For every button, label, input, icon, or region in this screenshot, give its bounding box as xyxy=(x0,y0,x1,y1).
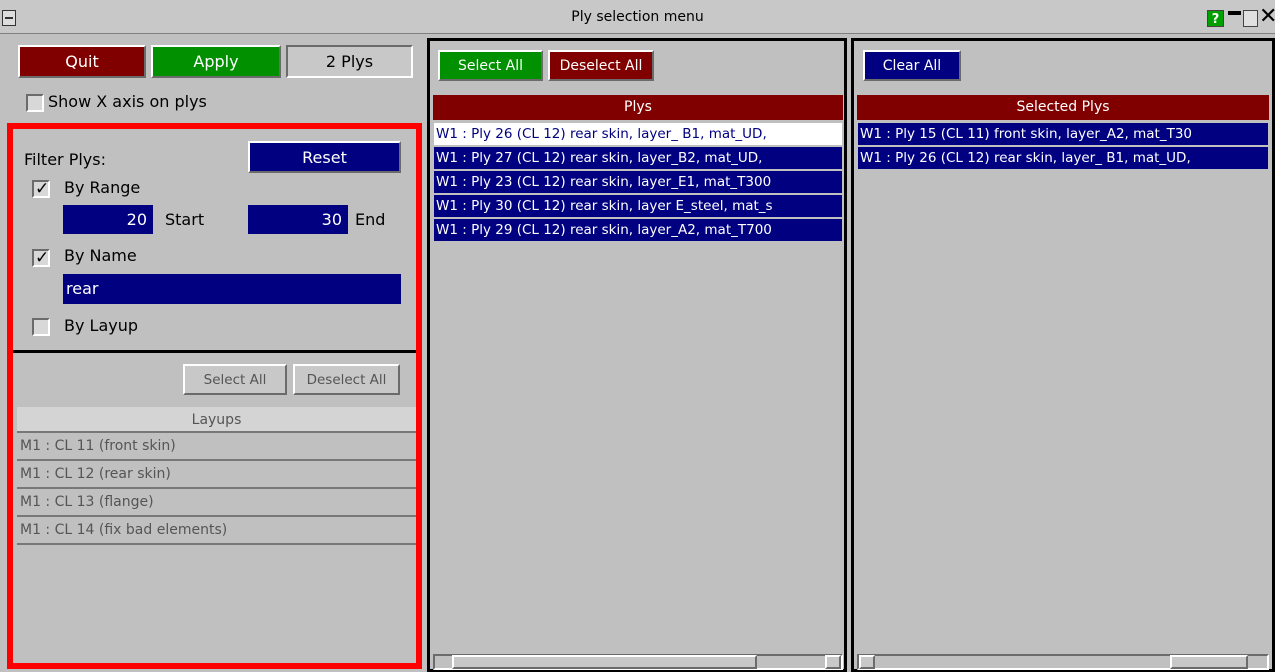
filter-divider xyxy=(13,350,416,353)
ply-list-item[interactable]: W1 : Ply 23 (CL 12) rear skin, layer_E1,… xyxy=(433,170,843,194)
layups-deselect-all-button[interactable]: Deselect All xyxy=(293,364,400,395)
layup-item[interactable]: M1 : CL 14 (fix bad elements) xyxy=(17,517,416,545)
ply-list-item[interactable]: W1 : Ply 26 (CL 12) rear skin, layer_ B1… xyxy=(433,122,843,146)
layup-item[interactable]: M1 : CL 13 (flange) xyxy=(17,489,416,517)
selected-plys-list: W1 : Ply 15 (CL 11) front skin, layer_A2… xyxy=(857,122,1269,170)
layups-select-all-button[interactable]: Select All xyxy=(183,364,287,395)
by-layup-label: By Layup xyxy=(64,316,139,335)
plys-list: W1 : Ply 26 (CL 12) rear skin, layer_ B1… xyxy=(433,122,843,242)
quit-button[interactable]: Quit xyxy=(18,45,146,78)
by-range-label: By Range xyxy=(64,178,141,197)
layup-item[interactable]: M1 : CL 11 (front skin) xyxy=(17,433,416,461)
selected-ply-item[interactable]: W1 : Ply 26 (CL 12) rear skin, layer_ B1… xyxy=(857,146,1269,170)
close-icon[interactable]: ✕ xyxy=(1259,6,1275,28)
show-x-axis-checkbox[interactable] xyxy=(26,94,44,112)
selected-plys-header: Selected Plys xyxy=(857,95,1269,120)
start-label: Start xyxy=(165,210,205,229)
filter-label: Filter Plys: xyxy=(24,150,106,169)
range-end-input[interactable]: 30 xyxy=(248,205,348,234)
plys-header: Plys xyxy=(433,95,843,120)
show-x-axis-label: Show X axis on plys xyxy=(48,92,207,111)
ply-list-item[interactable]: W1 : Ply 29 (CL 12) rear skin, layer_A2,… xyxy=(433,218,843,242)
plys-scroll-thumb[interactable] xyxy=(452,655,757,669)
ply-count-display: 2 Plys xyxy=(286,45,413,78)
minimize-icon[interactable] xyxy=(1227,10,1242,27)
by-name-label: By Name xyxy=(64,246,137,265)
apply-button[interactable]: Apply xyxy=(151,45,281,78)
layup-item[interactable]: M1 : CL 12 (rear skin) xyxy=(17,461,416,489)
plys-scroll-right-arrow[interactable] xyxy=(825,655,841,669)
ply-list-item[interactable]: W1 : Ply 27 (CL 12) rear skin, layer_B2,… xyxy=(433,146,843,170)
by-name-checkbox[interactable] xyxy=(32,248,50,268)
by-layup-checkbox[interactable] xyxy=(32,318,50,336)
plys-select-all-button[interactable]: Select All xyxy=(438,50,543,81)
selected-scroll-thumb[interactable] xyxy=(1170,655,1248,669)
window-title: Ply selection menu xyxy=(571,9,704,25)
maximize-icon[interactable] xyxy=(1243,10,1258,27)
by-range-checkbox[interactable] xyxy=(32,179,50,199)
selected-ply-item[interactable]: W1 : Ply 15 (CL 11) front skin, layer_A2… xyxy=(857,122,1269,146)
plys-deselect-all-button[interactable]: Deselect All xyxy=(548,50,654,81)
help-icon[interactable]: ? xyxy=(1207,10,1224,27)
layups-header: Layups xyxy=(17,407,416,433)
layups-list: M1 : CL 11 (front skin) M1 : CL 12 (rear… xyxy=(17,433,416,545)
name-filter-input[interactable]: rear xyxy=(63,274,401,304)
ply-list-item[interactable]: W1 : Ply 30 (CL 12) rear skin, layer E_s… xyxy=(433,194,843,218)
end-label: End xyxy=(355,210,386,229)
reset-button[interactable]: Reset xyxy=(248,141,401,173)
selected-scroll-left-arrow[interactable] xyxy=(859,655,875,669)
clear-all-button[interactable]: Clear All xyxy=(863,50,961,81)
range-start-input[interactable]: 20 xyxy=(63,205,153,234)
